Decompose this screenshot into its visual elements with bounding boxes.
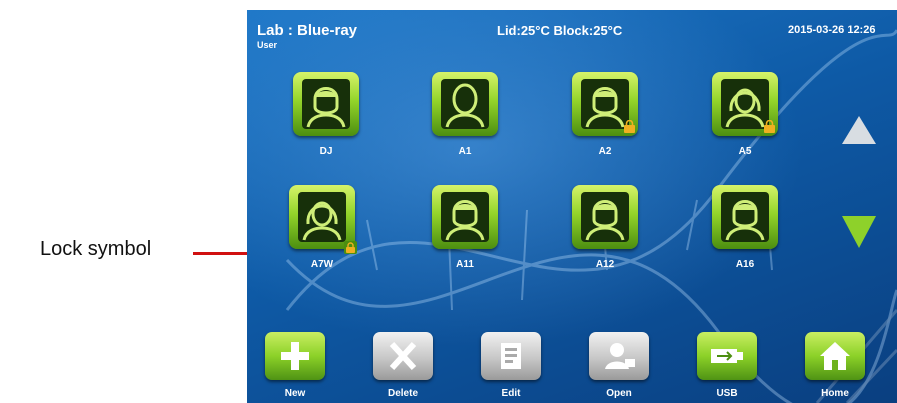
screen-subtitle: User — [257, 40, 278, 50]
new-button[interactable]: New — [265, 332, 327, 402]
device-screen: Lab : Blue-ray User Lid:25°C Block:25°C … — [247, 10, 897, 403]
user-name: DJ — [319, 146, 333, 157]
male-user-icon — [572, 185, 638, 249]
edit-button-label: Edit — [501, 388, 521, 399]
user-name: A7W — [310, 259, 334, 270]
bald-user-icon — [432, 72, 498, 136]
user-tile-dj[interactable]: DJ — [293, 72, 363, 172]
female-user-icon — [289, 185, 355, 249]
open-button-label: Open — [606, 388, 632, 399]
edit-button[interactable]: Edit — [481, 332, 543, 402]
usb-button-label: USB — [716, 388, 738, 399]
home-icon — [805, 332, 865, 380]
user-name: A12 — [595, 259, 615, 270]
user-name: A1 — [458, 146, 472, 157]
home-button-label: Home — [821, 388, 849, 399]
user-tile-a11[interactable]: A11 — [432, 185, 502, 285]
open-button[interactable]: Open — [589, 332, 651, 402]
plus-icon — [265, 332, 325, 380]
lock-icon — [624, 120, 635, 133]
lock-icon — [344, 241, 357, 254]
lock-symbol-callout-label: Lock symbol — [40, 238, 152, 260]
delete-button[interactable]: Delete — [373, 332, 435, 402]
user-tile-a7w[interactable]: A7W — [289, 185, 359, 285]
male-user-icon — [432, 185, 498, 249]
user-tile-a16[interactable]: A16 — [712, 185, 782, 285]
user-tile-a12[interactable]: A12 — [572, 185, 642, 285]
x-icon — [373, 332, 433, 380]
datetime-display: 2015-03-26 12:26 — [788, 24, 876, 36]
user-name: A5 — [738, 146, 752, 157]
lock-icon — [764, 120, 775, 133]
user-tile-a1[interactable]: A1 — [432, 72, 502, 172]
temperature-status: Lid:25°C Block:25°C — [497, 23, 623, 38]
male-user-icon — [293, 72, 359, 136]
new-button-label: New — [284, 388, 306, 399]
user-tile-a5[interactable]: A5 — [712, 72, 782, 172]
user-tile-a2[interactable]: A2 — [572, 72, 642, 172]
usb-button[interactable]: USB — [697, 332, 759, 402]
home-button[interactable]: Home — [805, 332, 867, 402]
delete-button-label: Delete — [387, 388, 418, 399]
user-name: A2 — [598, 146, 612, 157]
scroll-up-arrow-icon[interactable] — [842, 116, 876, 144]
lab-title: Lab : Blue-ray — [257, 22, 358, 39]
open-user-icon — [589, 332, 649, 380]
scroll-down-arrow-icon[interactable] — [842, 216, 876, 248]
user-name: A16 — [735, 259, 755, 270]
usb-icon — [697, 332, 757, 380]
edit-icon — [481, 332, 541, 380]
male-user-icon — [712, 185, 778, 249]
user-name: A11 — [456, 259, 474, 270]
